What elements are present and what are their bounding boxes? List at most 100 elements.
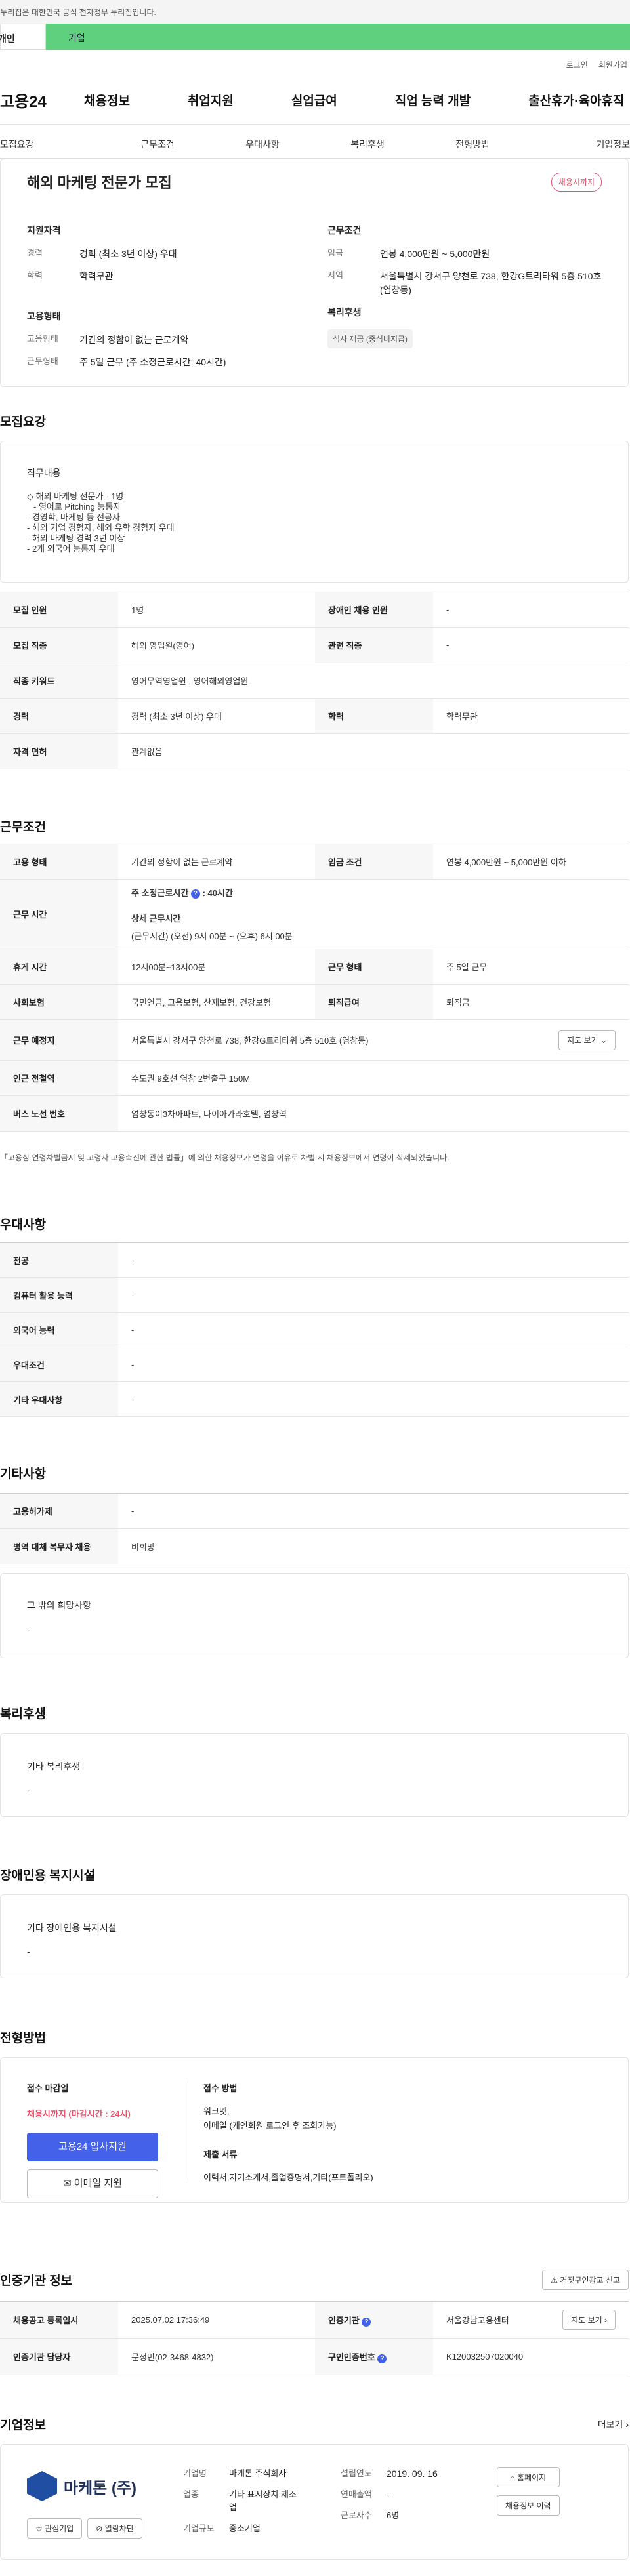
company-info-right: 설립연도 2019. 09. 16 연매출액 - 근로자수 6명 bbox=[341, 2468, 438, 2520]
disabled-section-title: 장애인용 복지시설 bbox=[0, 1869, 96, 1883]
work-heading: 근무조건 bbox=[327, 225, 362, 235]
gnb-menu-leave[interactable]: 출산휴가·육아휴직 bbox=[528, 91, 624, 109]
table-row: 채용공고 등록일시 2025.07.02 17:36:49 인증기관 ? 서울강… bbox=[0, 2301, 629, 2339]
work-row: 임금 연봉 4,000만원 ~ 5,000만원 bbox=[327, 248, 490, 259]
summary-grid: 지원자격 경력 경력 (최소 3년 이상) 우대 학력 학력무관 고용형태 고용형태… bbox=[27, 224, 602, 378]
recruit-section-title: 모집요강 bbox=[0, 415, 46, 429]
work-table: 고용 형태 기간의 정함이 없는 근로계약 임금 조건 연봉 4,000만원 ~… bbox=[0, 844, 629, 1132]
tab-personal[interactable]: 개인 bbox=[0, 24, 46, 50]
info-icon[interactable]: ? bbox=[377, 2354, 387, 2363]
interest-button[interactable]: ☆ 관심기업 bbox=[27, 2518, 83, 2539]
gnb-menu-benefit[interactable]: 실업급여 bbox=[291, 91, 337, 109]
login-link[interactable]: 로그인 bbox=[566, 59, 588, 76]
tab-work[interactable]: 근무조건 bbox=[105, 125, 210, 158]
selection-title-wrap: 전형방법 bbox=[0, 2028, 46, 2046]
table-row: 고용허가제 - bbox=[0, 1493, 629, 1529]
qual-row: 학력 학력무관 bbox=[27, 270, 114, 282]
star-icon: ☆ bbox=[35, 2524, 43, 2533]
apply-button[interactable]: 고용24 입사지원 bbox=[27, 2133, 158, 2161]
tab-selection[interactable]: 전형방법 bbox=[420, 125, 525, 158]
company-logo: 마케톤 (주) bbox=[27, 2471, 136, 2501]
cert-table: 채용공고 등록일시 2025.07.02 17:36:49 인증기관 ? 서울강… bbox=[0, 2301, 629, 2375]
global-nav: 고용24 채용정보 취업지원 실업급여 직업 능력 개발 출산휴가·육아휴직 bbox=[0, 76, 630, 125]
welfare-title-wrap: 복리후생 bbox=[0, 1704, 46, 1722]
company-info-left: 기업명 마케톤 주식회사 업종 기타 표시장치 제조업 기업규모 중소기업 bbox=[183, 2468, 297, 2533]
etc-section-title: 기타사항 bbox=[0, 1467, 46, 1481]
summary-card: 해외 마케팅 전문가 모집 채용시까지 지원자격 경력 경력 (최소 3년 이상)… bbox=[0, 159, 629, 387]
table-row: 고용 형태 기간의 정함이 없는 근로계약 임금 조건 연봉 4,000만원 ~… bbox=[0, 844, 629, 880]
emp-heading: 고용형태 bbox=[27, 310, 61, 321]
recruit-table: 모집 인원 1명 장애인 채용 인원 - 모집 직종 해외 영업원(영어) 관련… bbox=[0, 592, 629, 769]
table-row: 근무 예정지 서울특별시 강서구 양천로 738, 한강G트리타워 5층 510… bbox=[0, 1019, 629, 1061]
company-title-wrap: 기업정보 더보기 › bbox=[0, 2415, 629, 2433]
homepage-button[interactable]: ⌂ 홈페이지 bbox=[497, 2467, 560, 2487]
tab-welfare[interactable]: 복리후생 bbox=[315, 125, 420, 158]
table-row: 전공 - bbox=[0, 1242, 629, 1278]
table-row: 자격 면허 관계없음 bbox=[0, 733, 629, 769]
duty-box: 직무내용 ◇ 해외 마케팅 전문가 - 1명 - 영어로 Pitching 능통… bbox=[0, 441, 629, 583]
tab-company[interactable]: 기업 bbox=[46, 24, 630, 50]
work-title-wrap: 근무조건 bbox=[0, 817, 46, 835]
agency-map-button[interactable]: 지도 보기 › bbox=[562, 2310, 616, 2330]
cert-title-wrap: 인증기관 정보 ⚠ 거짓구인광고 신고 bbox=[0, 2270, 629, 2290]
table-row: 기타 우대사항 - bbox=[0, 1381, 629, 1417]
pref-section-title: 우대사항 bbox=[0, 1218, 46, 1232]
job-title: 해외 마케팅 전문가 모집 bbox=[27, 174, 172, 191]
chevron-down-icon: ⌄ bbox=[600, 1036, 607, 1045]
selection-section-title: 전형방법 bbox=[0, 2032, 46, 2045]
company-more-link[interactable]: 더보기 › bbox=[598, 2418, 629, 2431]
map-button[interactable]: 지도 보기 ⌄ bbox=[558, 1030, 616, 1050]
warning-icon: ⚠ bbox=[551, 2276, 558, 2285]
company-section-title: 기업정보 bbox=[0, 2419, 46, 2432]
report-button[interactable]: ⚠ 거짓구인광고 신고 bbox=[542, 2270, 629, 2290]
info-icon[interactable]: ? bbox=[362, 2317, 371, 2327]
gov-banner-text: 이 누리집은 대한민국 공식 전자정부 누리집입니다. bbox=[0, 8, 156, 17]
age-note: 「고용상 연령차별금지 및 고령자 고용촉진에 관한 법률」에 의한 채용정보가… bbox=[0, 1153, 450, 1162]
recruit-title-wrap: 모집요강 bbox=[0, 412, 46, 430]
email-apply-button[interactable]: ✉ 이메일 지원 bbox=[27, 2169, 158, 2198]
tab-recruit[interactable]: 모집요강 bbox=[0, 125, 105, 158]
table-row: 인근 전철역 수도권 9호선 염창 2번출구 150M bbox=[0, 1060, 629, 1096]
welfare-chip: 식사 제공 (중식비지급) bbox=[327, 329, 413, 348]
hope-box: 그 밖의 희망사항 - bbox=[0, 1573, 629, 1658]
emp-row: 근무형태 주 5일 근무 (주 소정근로시간: 40시간) bbox=[27, 356, 226, 367]
block-button[interactable]: ⊘ 열람차단 bbox=[87, 2518, 142, 2539]
table-row: 버스 노선 번호 염창동이3차아파트, 나이아가라호텔, 염창역 bbox=[0, 1095, 629, 1132]
company-logo-icon bbox=[27, 2471, 57, 2501]
selection-box: 접수 마감일 채용시까지 (마감시간 : 24시) 고용24 입사지원 ✉ 이메… bbox=[0, 2057, 629, 2203]
tab-company[interactable]: 기업정보 bbox=[525, 125, 630, 158]
table-row: 모집 인원 1명 장애인 채용 인원 - bbox=[0, 592, 629, 628]
gnb-menu-training[interactable]: 직업 능력 개발 bbox=[395, 91, 471, 109]
gnb-menu-support[interactable]: 취업지원 bbox=[188, 91, 234, 109]
table-row: 경력 경력 (최소 3년 이상) 우대 학력 학력무관 bbox=[0, 698, 629, 734]
table-row: 모집 직종 해외 영업원(영어) 관련 직종 - bbox=[0, 627, 629, 663]
signup-link[interactable]: 회원가입 bbox=[598, 59, 627, 76]
company-box: 마케톤 (주) ☆ 관심기업 ⊘ 열람차단 기업명 마케톤 주식회사 업종 기타 표… bbox=[0, 2444, 629, 2560]
table-row: 컴퓨터 활용 능력 - bbox=[0, 1277, 629, 1313]
disabled-title-wrap: 장애인용 복지시설 bbox=[0, 1866, 95, 1883]
work-row: 지역 서울특별시 강서구 양천로 738, 한강G트리타워 5층 510호 (염창… bbox=[327, 270, 602, 295]
hope-heading: 그 밖의 희망사항 bbox=[27, 1600, 91, 1610]
table-row: 직종 키워드 영어무역영업원 , 영어해외영업원 bbox=[0, 663, 629, 699]
page: 이 누리집은 대한민국 공식 전자정부 누리집입니다. 개인 기업 로그인 회원… bbox=[0, 0, 630, 2576]
table-row: 사회보험 국민연금, 고용보험, 산재보험, 건강보험 퇴직급여 퇴직금 bbox=[0, 984, 629, 1020]
util-links: 로그인 회원가입 bbox=[0, 50, 630, 76]
gnb-menu-jobs[interactable]: 채용정보 bbox=[84, 91, 130, 109]
table-row: 휴게 시간 12시00분~13시00분 근무 형태 주 5일 근무 bbox=[0, 949, 629, 985]
hours-weekly: 주 소정근로시간 ? : 40시간 bbox=[131, 888, 233, 899]
mail-icon: ✉ bbox=[63, 2178, 72, 2189]
info-icon[interactable]: ? bbox=[190, 889, 200, 899]
work-place: 서울특별시 강서구 양천로 738, 한강G트리타워 5층 510호 (염창동) bbox=[131, 1036, 369, 1046]
tab-pref[interactable]: 우대사항 bbox=[210, 125, 315, 158]
site-logo[interactable]: 고용24 bbox=[0, 89, 84, 112]
deadline-value: 채용시까지 (마감시간 : 24시) bbox=[27, 2109, 131, 2119]
status-badge: 채용시까지 bbox=[551, 172, 602, 192]
qual-row: 경력 경력 (최소 3년 이상) 우대 bbox=[27, 248, 177, 259]
disabled-box: 기타 장애인용 복지시설 - bbox=[0, 1894, 629, 1978]
work-block: 근무조건 임금 연봉 4,000만원 ~ 5,000만원 지역 서울특별시 강서구 … bbox=[327, 224, 602, 378]
job-history-button[interactable]: 채용정보 이력 bbox=[497, 2495, 560, 2516]
pref-title-wrap: 우대사항 bbox=[0, 1215, 46, 1233]
table-row: 병역 대체 복무자 채용 비희망 bbox=[0, 1528, 629, 1564]
welfare-heading: 복리후생 bbox=[327, 306, 362, 317]
gov-banner: 이 누리집은 대한민국 공식 전자정부 누리집입니다. bbox=[0, 0, 630, 24]
